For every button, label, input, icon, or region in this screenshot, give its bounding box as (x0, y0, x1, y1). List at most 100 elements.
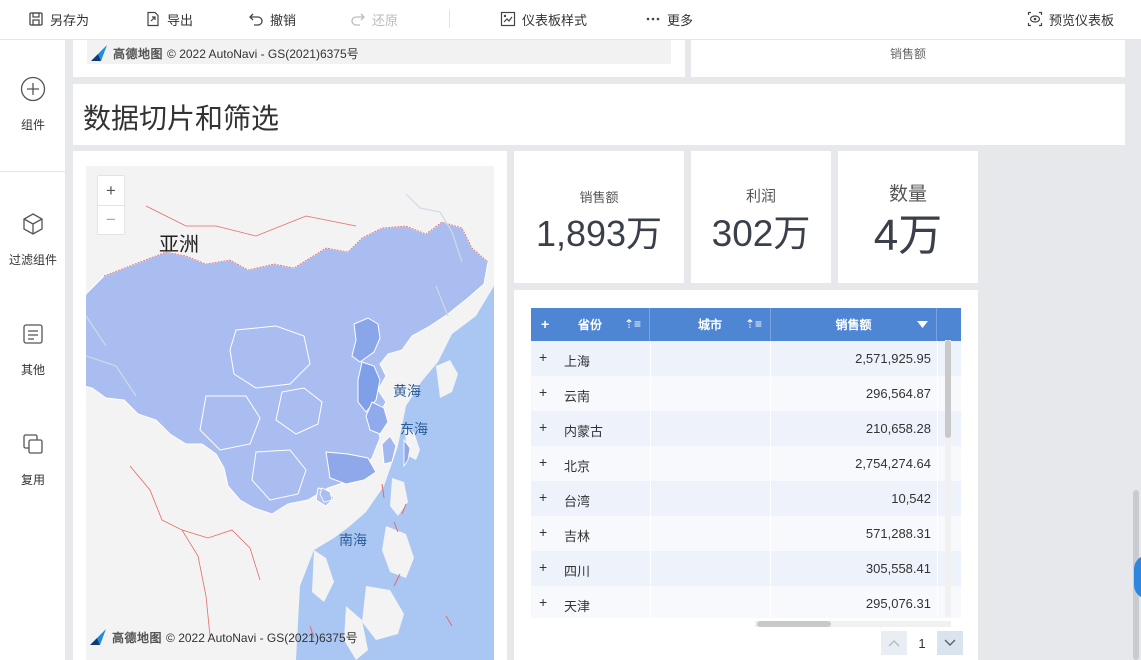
document-icon (23, 324, 43, 344)
export-button[interactable]: 导出 (145, 0, 193, 38)
row-expand-button[interactable]: + (539, 595, 551, 609)
save-icon (29, 12, 43, 26)
row-expand-button[interactable]: + (539, 385, 551, 399)
rail-label-components: 组件 (20, 118, 45, 132)
redo-button[interactable]: 还原 (350, 0, 398, 38)
map-attribution: 高德地图 © 2022 AutoNavi - GS(2021)6375号 (89, 44, 359, 62)
next-page-button[interactable] (937, 631, 963, 655)
redo-label: 还原 (372, 12, 399, 28)
table-row[interactable]: + 云南 296,564.87 (531, 376, 961, 411)
top-chart-widget[interactable]: 销售额 (691, 40, 1125, 77)
table-row[interactable]: + 北京 2,754,274.64 (531, 446, 961, 481)
table-horizontal-scrollbar[interactable] (755, 621, 951, 627)
row-expand-button[interactable]: + (539, 350, 551, 364)
pagination: 1 (881, 631, 963, 655)
china-map[interactable]: + − 亚洲 黄海 东海 南海 高德地图 © 2022 AutoNavi - G… (86, 166, 494, 660)
vertical-scroll-thumb[interactable] (945, 340, 951, 438)
row-sales: 305,558.41 (865, 561, 931, 576)
horizontal-scroll-thumb[interactable] (757, 621, 831, 627)
map-attribution-brand: 高德地图 (113, 46, 164, 61)
row-expand-button[interactable]: + (539, 455, 551, 469)
row-province: 台湾 (564, 494, 591, 509)
export-label: 导出 (167, 12, 194, 28)
prev-page-button[interactable] (881, 631, 907, 655)
kpi-profit-card[interactable]: 利润 302万 (691, 151, 831, 283)
copy-icon (23, 434, 43, 454)
dashboard-style-label: 仪表板样式 (522, 12, 588, 28)
row-province: 天津 (564, 599, 591, 614)
preview-icon (1027, 11, 1043, 27)
more-label: 更多 (667, 12, 694, 28)
column-label-sales: 销售额 (835, 318, 872, 332)
column-header-province[interactable]: + 省份 ⇡≡ (531, 308, 650, 341)
current-page: 1 (918, 635, 926, 651)
table-row[interactable]: + 上海 2,571,925.95 (531, 341, 961, 376)
row-expand-button[interactable]: + (539, 560, 551, 574)
rail-item-other[interactable]: 其他 (0, 321, 66, 378)
table-row[interactable]: + 台湾 10,542 (531, 481, 961, 516)
chevron-up-icon (888, 640, 900, 647)
map-attribution-text: © 2022 AutoNavi - GS(2021)6375号 (166, 630, 358, 645)
dashboard-canvas: 高德地图 © 2022 AutoNavi - GS(2021)6375号 销售额… (66, 40, 1141, 660)
kpi-quantity-value: 4万 (873, 211, 943, 260)
map-attribution-brand: 高德地图 (112, 630, 163, 645)
zoom-in-button[interactable]: + (98, 176, 124, 205)
table-row[interactable]: + 吉林 571,288.31 (531, 516, 961, 551)
amap-logo-icon (91, 45, 107, 61)
map-zoom-control: + − (97, 175, 125, 235)
row-city (650, 481, 771, 516)
dropdown-triangle-icon[interactable] (917, 318, 928, 332)
toolbar-divider (449, 10, 450, 28)
row-sales: 295,076.31 (865, 596, 931, 611)
left-rail: 组件 过滤组件 其他 复用 (0, 40, 66, 660)
column-header-city[interactable]: 城市 ⇡≡ (650, 308, 771, 341)
table-row[interactable]: + 四川 305,558.41 (531, 551, 961, 586)
rail-item-reuse[interactable]: 复用 (0, 431, 66, 488)
sort-icon[interactable]: ⇡≡ (745, 317, 762, 331)
row-province: 云南 (564, 389, 591, 404)
map-attribution: 高德地图 © 2022 AutoNavi - GS(2021)6375号 (88, 628, 358, 646)
column-header-sales[interactable]: 销售额 (771, 308, 937, 341)
expand-all-button[interactable]: + (541, 316, 549, 332)
save-as-button[interactable]: 另存为 (28, 0, 89, 38)
top-map-widget[interactable]: 高德地图 © 2022 AutoNavi - GS(2021)6375号 (73, 40, 685, 77)
zoom-out-button[interactable]: − (98, 205, 124, 234)
undo-button[interactable]: 撤销 (248, 0, 296, 38)
row-divider (937, 446, 938, 481)
preview-dashboard-label: 预览仪表板 (1049, 12, 1115, 28)
row-city (650, 551, 771, 586)
kpi-sales-label: 销售额 (579, 190, 619, 205)
map-attribution-text: © 2022 AutoNavi - GS(2021)6375号 (167, 46, 359, 61)
row-divider (937, 376, 938, 411)
preview-dashboard-button[interactable]: 预览仪表板 (1027, 0, 1114, 38)
kpi-profit-value: 302万 (711, 213, 811, 254)
add-circle-icon (20, 76, 46, 102)
rail-item-components[interactable]: 组件 (0, 76, 66, 133)
save-as-label: 另存为 (50, 12, 90, 28)
more-button[interactable]: 更多 (645, 0, 693, 38)
map-widget[interactable]: + − 亚洲 黄海 东海 南海 高德地图 © 2022 AutoNavi - G… (73, 151, 507, 660)
row-divider (937, 551, 938, 586)
row-province: 内蒙古 (564, 424, 604, 439)
row-sales: 296,564.87 (865, 386, 931, 401)
sort-icon[interactable]: ⇡≡ (624, 317, 641, 331)
row-expand-button[interactable]: + (539, 490, 551, 504)
section-title-widget[interactable]: 数据切片和筛选 (73, 84, 1125, 145)
table-row[interactable]: + 内蒙古 210,658.28 (531, 411, 961, 446)
dashboard-style-button[interactable]: 仪表板样式 (500, 0, 587, 38)
table-row[interactable]: + 天津 295,076.31 (531, 586, 961, 618)
row-province: 四川 (564, 564, 591, 579)
row-divider (937, 341, 938, 376)
row-sales: 2,754,274.64 (855, 456, 931, 471)
row-expand-button[interactable]: + (539, 420, 551, 434)
map-label-east-sea: 东海 (400, 421, 428, 437)
undo-label: 撤销 (270, 12, 297, 28)
row-expand-button[interactable]: + (539, 525, 551, 539)
kpi-sales-card[interactable]: 销售额 1,893万 (514, 151, 684, 283)
kpi-quantity-card[interactable]: 数量 4万 (838, 151, 978, 283)
rail-label-reuse: 复用 (20, 473, 45, 487)
table-vertical-scrollbar[interactable] (945, 340, 951, 617)
pivot-table-widget[interactable]: + 省份 ⇡≡ 城市 ⇡≡ 销售额 + 上海 2,571,925.95 + 云南… (514, 290, 978, 660)
row-province: 上海 (564, 354, 591, 369)
rail-item-filter-components[interactable]: 过滤组件 (0, 211, 66, 268)
